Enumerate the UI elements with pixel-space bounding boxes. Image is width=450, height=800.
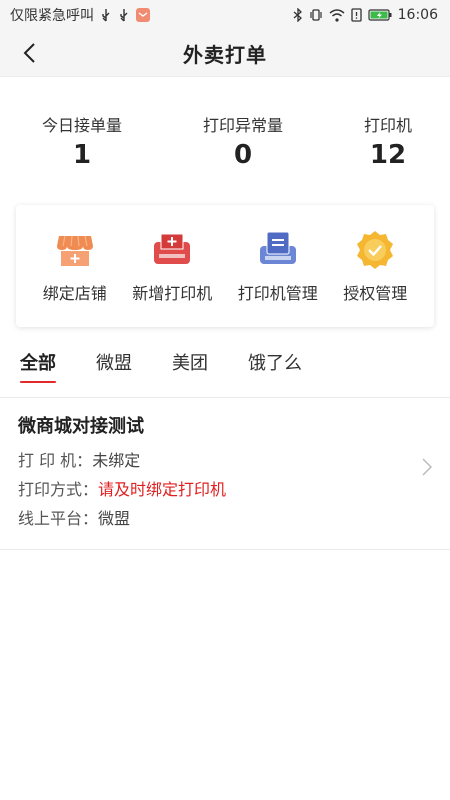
stat-label: 打印异常量 [202,116,283,135]
stat-value: 0 [233,140,253,170]
clock-time: 16:06 [397,7,438,23]
row-label: 打 印 机： [18,451,93,470]
sim-alert-icon [350,8,362,22]
row-label: 线上平台： [18,509,99,528]
printer-manage-icon [259,231,296,264]
carrier-text: 仅限紧急呼叫 [10,8,94,24]
store-icon [56,235,93,266]
back-button[interactable] [14,38,44,68]
chevron-left-icon [23,43,35,63]
stats-summary: 今日接单量 1 打印异常量 0 打印机 12 [0,77,450,205]
stat-label: 今日接单量 [42,116,123,135]
printer-value: 未绑定 [92,451,141,470]
actions-card: 绑定店铺 新增打印机 打印机管理 授权管理 [16,205,434,327]
auth-badge-icon [357,231,394,269]
vibrate-icon [309,8,323,22]
bind-printer-link[interactable]: 请及时绑定打印机 [98,480,226,499]
status-left: 仅限紧急呼叫 [10,5,150,25]
printer-add-icon [154,233,191,264]
platform-tabs: 全部 微盟 美团 饿了么 [0,327,450,397]
printer-manage-button[interactable]: 打印机管理 [238,228,318,304]
tab-eleme[interactable]: 饿了么 [248,343,302,381]
stat-print-errors[interactable]: 打印异常量 0 [203,112,283,170]
tab-weimob[interactable]: 微盟 [96,343,132,381]
stat-label: 打印机 [363,116,412,135]
status-bar: 仅限紧急呼叫 16:06 [0,0,450,30]
usb-icon [118,8,130,22]
action-label: 绑定店铺 [42,284,107,303]
printer-row: 打 印 机：未绑定 [18,446,432,475]
chevron-right-icon [422,458,432,476]
stat-value: 1 [72,140,92,170]
print-mode-row: 打印方式：请及时绑定打印机 [18,475,432,504]
bind-store-button[interactable]: 绑定店铺 [43,228,107,304]
store-list-item[interactable]: 微商城对接测试 打 印 机：未绑定 打印方式：请及时绑定打印机 线上平台：微盟 [0,398,450,550]
add-printer-button[interactable]: 新增打印机 [132,228,212,304]
stat-printers[interactable]: 打印机 12 [364,112,412,170]
nav-bar: 外卖打单 [0,30,450,77]
stat-value: 12 [369,140,407,170]
wifi-icon [329,8,345,22]
row-label: 打印方式： [18,480,99,499]
usb-icon [100,8,112,22]
bluetooth-icon [293,8,303,22]
tab-meituan[interactable]: 美团 [172,343,208,381]
tab-all[interactable]: 全部 [20,343,56,383]
auth-manage-button[interactable]: 授权管理 [343,228,407,304]
stat-today-orders[interactable]: 今日接单量 1 [42,112,122,170]
notification-app-icon [136,8,150,22]
page-title: 外卖打单 [183,42,267,67]
action-label: 授权管理 [343,284,408,303]
action-label: 新增打印机 [132,284,213,303]
platform-row: 线上平台：微盟 [18,504,432,533]
action-label: 打印机管理 [237,284,318,303]
status-right: 16:06 [293,7,438,23]
platform-value: 微盟 [98,509,131,528]
battery-charging-icon [368,9,392,21]
store-name: 微商城对接测试 [18,416,144,437]
